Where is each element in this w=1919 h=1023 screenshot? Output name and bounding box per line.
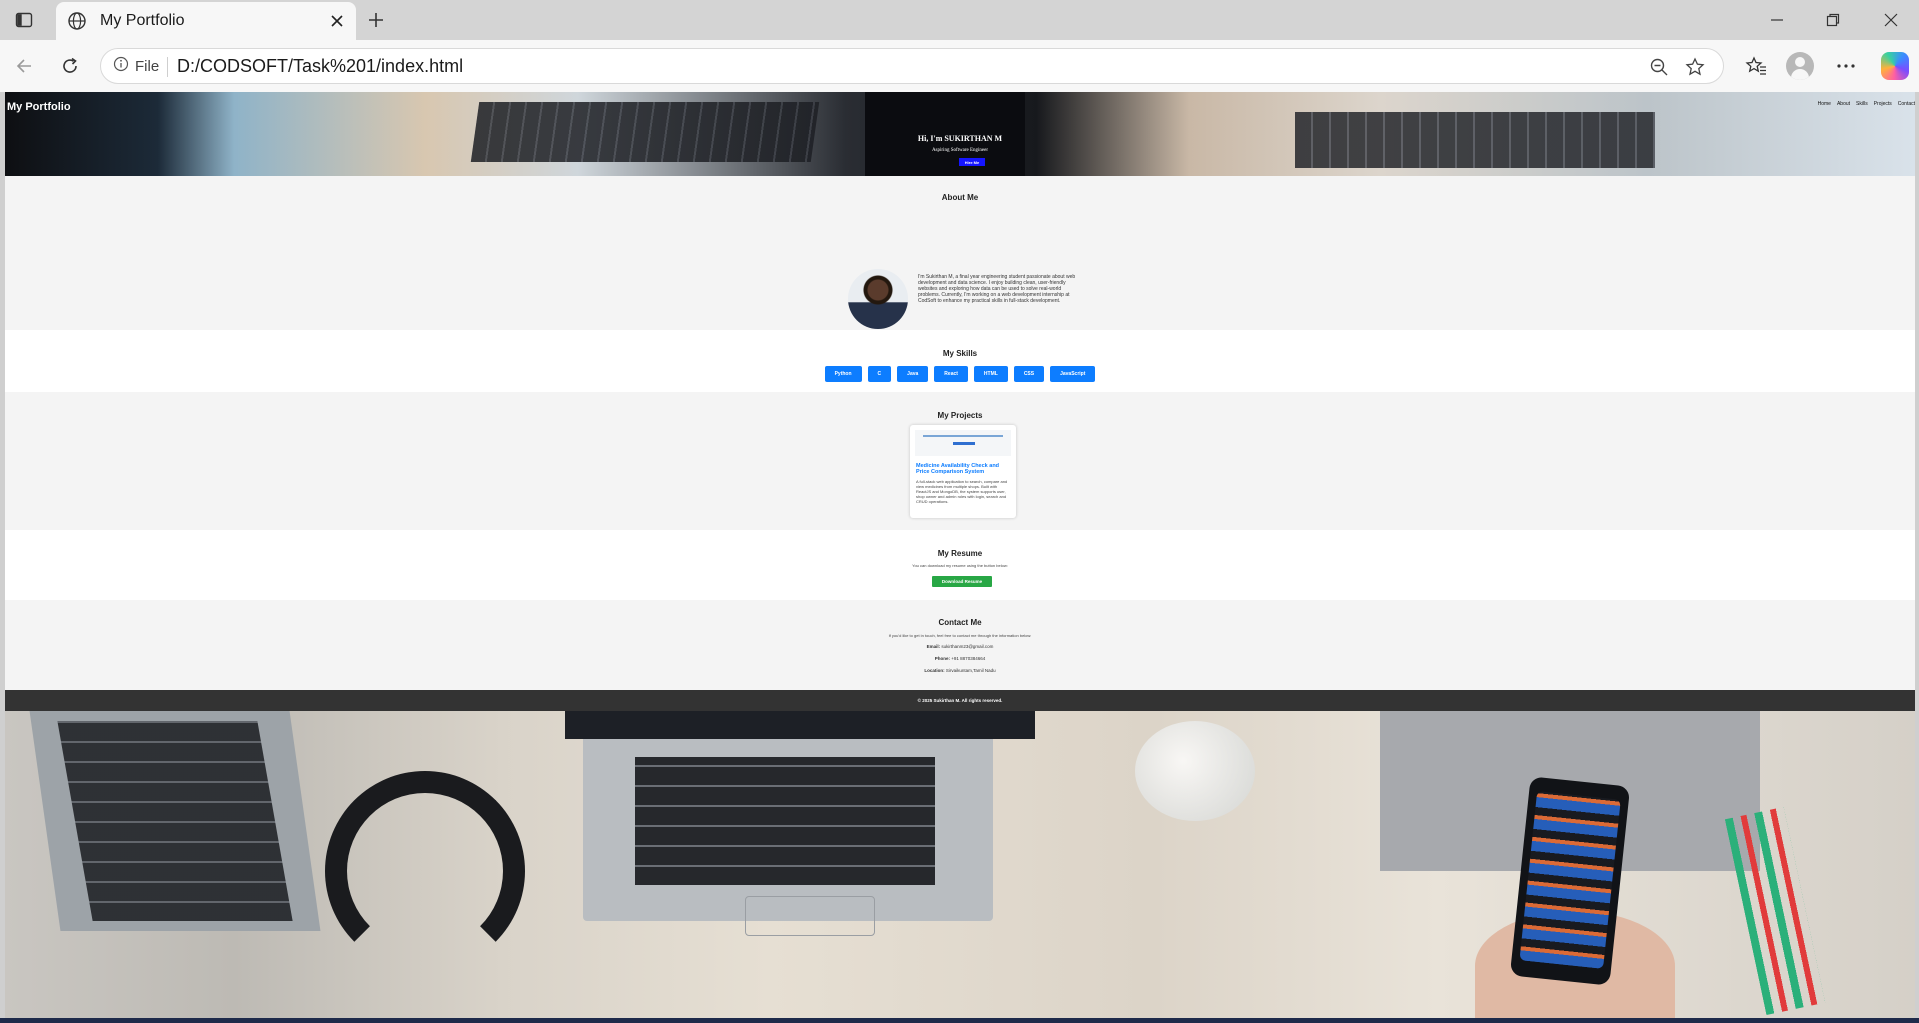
email-value[interactable]: sukirthanm23@gmail.com: [941, 644, 993, 649]
file-label: File: [135, 57, 160, 75]
skill-chip[interactable]: HTML: [973, 366, 1008, 382]
phone-label: Phone:: [934, 656, 951, 661]
page-viewport: My Portfolio Home About Skills Projects …: [5, 92, 1915, 1018]
project-title[interactable]: Medicine Availability Check and Price Co…: [916, 463, 1012, 475]
site-nav: Home About Skills Projects Contact: [1818, 101, 1915, 107]
profile-photo: [848, 269, 908, 329]
project-screenshot: [915, 430, 1011, 456]
headphones-image: [325, 771, 525, 971]
glass-bottle-image: [1135, 721, 1255, 821]
close-window-icon[interactable]: [1866, 6, 1916, 34]
hire-me-button[interactable]: Hire Me: [959, 158, 985, 166]
profile-avatar-icon[interactable]: [1786, 52, 1814, 80]
site-footer: © 2025 Sukirthan M. All rights reserved.: [5, 690, 1915, 711]
skill-chip[interactable]: JavaScript: [1050, 366, 1096, 382]
site-brand[interactable]: My Portfolio: [7, 101, 71, 113]
contact-text: If you'd like to get in touch, feel free…: [888, 633, 1032, 638]
divider: [167, 57, 168, 77]
url-text[interactable]: D:/CODSOFT/Task%201/index.html: [177, 56, 463, 77]
more-options-icon[interactable]: [1832, 52, 1860, 80]
about-text: I'm Sukirthan M, a final year engineerin…: [918, 274, 1076, 304]
sidebar-toggle-icon[interactable]: [10, 8, 38, 32]
phone-value[interactable]: +91 8870384664: [951, 656, 985, 661]
resume-section: My Resume You can download my resume usi…: [5, 530, 1915, 600]
smartphone-image: [1509, 776, 1631, 986]
skills-title: My Skills: [942, 349, 978, 358]
hero-role: Aspiring Software Engineer: [931, 148, 989, 153]
nav-home-link[interactable]: Home: [1818, 101, 1831, 107]
contact-section: Contact Me If you'd like to get in touch…: [5, 600, 1915, 690]
info-icon: [113, 56, 129, 77]
taskbar-edge: [0, 1018, 1919, 1023]
restore-icon[interactable]: [1808, 6, 1858, 34]
tab-bar: My Portfolio: [0, 0, 1919, 40]
nav-skills-link[interactable]: Skills: [1856, 101, 1868, 107]
about-title: About Me: [941, 193, 979, 202]
nav-projects-link[interactable]: Projects: [1874, 101, 1892, 107]
email-label: Email:: [926, 644, 941, 649]
active-tab[interactable]: My Portfolio: [56, 2, 356, 40]
contact-title: Contact Me: [938, 618, 982, 627]
resume-title: My Resume: [937, 549, 983, 558]
keyboard-image: [635, 757, 935, 885]
skill-chip[interactable]: C: [867, 366, 892, 382]
hero-greeting: Hi, I'm SUKIRTHAN M: [917, 134, 1003, 143]
favorite-star-icon[interactable]: [1683, 55, 1707, 79]
contact-email: Email: sukirthanm23@gmail.com: [5, 644, 1915, 649]
minimize-icon[interactable]: [1752, 6, 1802, 34]
skill-chip[interactable]: Java: [897, 366, 929, 382]
location-value: Sirvaikuntam,Tamil Nadu: [945, 668, 996, 673]
favorites-icon[interactable]: [1742, 52, 1770, 80]
projects-title: My Projects: [937, 411, 983, 420]
project-description: A full-stack web application to search, …: [916, 479, 1008, 504]
contact-phone: Phone: +91 8870384664: [5, 656, 1915, 661]
download-resume-button[interactable]: Download Resume: [932, 576, 992, 587]
new-tab-icon[interactable]: [362, 6, 390, 34]
resume-text: You can download my resume using the but…: [912, 563, 1008, 568]
keyboard-image: [57, 721, 293, 921]
skill-chip[interactable]: React: [934, 366, 968, 382]
nav-contact-link[interactable]: Contact: [1898, 101, 1915, 107]
site-info-button[interactable]: File: [107, 53, 169, 79]
refresh-icon[interactable]: [54, 50, 86, 82]
location-label: Location:: [924, 668, 945, 673]
skills-list: Python C Java React HTML CSS JavaScript: [5, 366, 1915, 382]
projects-section: My Projects Medicine Availability Check …: [5, 392, 1915, 530]
keyboard-image: [470, 102, 820, 162]
address-bar[interactable]: File D:/CODSOFT/Task%201/index.html: [100, 48, 1724, 84]
copilot-icon[interactable]: [1881, 52, 1909, 80]
close-tab-icon[interactable]: [324, 8, 350, 34]
background-desk-image: [5, 711, 1915, 1018]
tab-title: My Portfolio: [100, 12, 185, 29]
nav-about-link[interactable]: About: [1837, 101, 1850, 107]
browser-toolbar: File D:/CODSOFT/Task%201/index.html: [0, 40, 1919, 92]
laptop-screen-image: [565, 711, 1035, 739]
zoom-out-icon[interactable]: [1647, 55, 1671, 79]
back-icon[interactable]: [8, 50, 40, 82]
globe-icon: [66, 10, 88, 32]
skill-chip[interactable]: Python: [824, 366, 862, 382]
contact-location: Location: Sirvaikuntam,Tamil Nadu: [5, 668, 1915, 673]
hero-banner: My Portfolio Home About Skills Projects …: [5, 92, 1915, 176]
pens-image: [1724, 806, 1826, 1016]
touchpad-image: [745, 896, 875, 936]
project-card[interactable]: Medicine Availability Check and Price Co…: [910, 425, 1016, 518]
skills-section: My Skills Python C Java React HTML CSS J…: [5, 330, 1915, 392]
about-section: About Me I'm Sukirthan M, a final year e…: [5, 176, 1915, 330]
skill-chip[interactable]: CSS: [1013, 366, 1045, 382]
